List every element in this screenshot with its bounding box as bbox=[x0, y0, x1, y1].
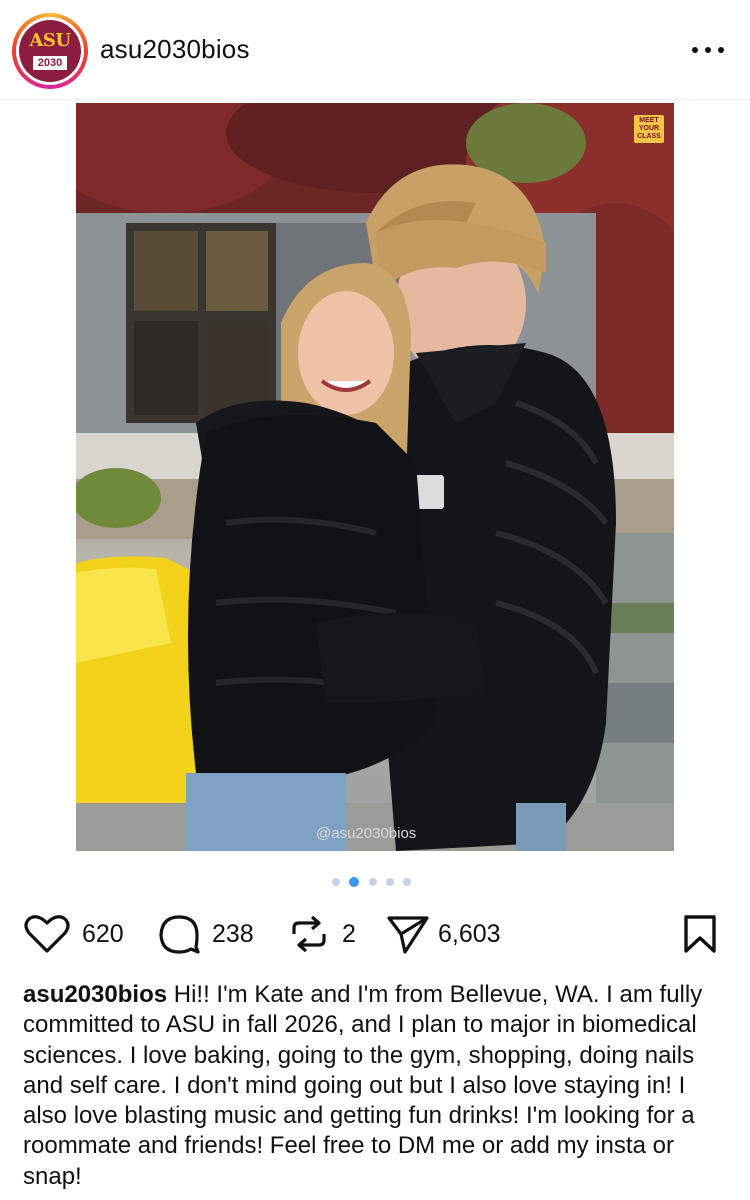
carousel-dot-active bbox=[349, 877, 359, 887]
avatar[interactable]: ASU 2030 bbox=[12, 13, 88, 89]
bookmark-icon bbox=[684, 915, 716, 953]
carousel-dot bbox=[386, 878, 394, 886]
meet-your-class-badge: MEET YOUR CLASS bbox=[634, 115, 664, 143]
header-username[interactable]: asu2030bios bbox=[100, 34, 250, 65]
repost-icon bbox=[292, 915, 326, 953]
more-dots-icon bbox=[692, 47, 698, 53]
more-dots-icon bbox=[705, 47, 711, 53]
share-count: 6,603 bbox=[438, 920, 501, 948]
repost-button[interactable]: 2 bbox=[288, 908, 368, 958]
heart-icon bbox=[24, 915, 70, 953]
post-header: ASU 2030 asu2030bios bbox=[0, 0, 750, 100]
repost-count: 2 bbox=[342, 920, 356, 948]
image-watermark: @asu2030bios bbox=[316, 825, 417, 842]
asu-logo-text: ASU bbox=[29, 30, 71, 51]
caption-username[interactable]: asu2030bios bbox=[23, 981, 167, 1008]
asu-logo-year: 2030 bbox=[33, 56, 67, 70]
carousel-dot bbox=[332, 878, 340, 886]
badge-line: MEET bbox=[639, 117, 659, 124]
carousel-indicator bbox=[330, 876, 420, 888]
more-dots-icon bbox=[718, 47, 724, 53]
like-count: 620 bbox=[82, 920, 124, 948]
asu-logo: ASU 2030 bbox=[19, 20, 81, 82]
post-image[interactable]: MEET YOUR CLASS @asu2030bios bbox=[76, 103, 674, 851]
comment-icon bbox=[159, 915, 200, 954]
avatar-border: ASU 2030 bbox=[16, 17, 84, 85]
carousel-dot bbox=[403, 878, 411, 886]
share-icon bbox=[387, 916, 429, 954]
share-button[interactable]: 6,603 bbox=[386, 908, 526, 958]
more-options-button[interactable] bbox=[690, 38, 726, 62]
post-action-bar: 620 238 2 6,603 bbox=[0, 908, 750, 958]
carousel-dot bbox=[369, 878, 377, 886]
badge-line: CLASS bbox=[637, 133, 661, 140]
comment-count: 238 bbox=[212, 920, 254, 948]
comment-button[interactable]: 238 bbox=[158, 908, 268, 958]
like-button[interactable]: 620 bbox=[24, 908, 134, 958]
post-caption: asu2030bios Hi!! I'm Kate and I'm from B… bbox=[23, 980, 733, 1192]
photo-illustration bbox=[76, 103, 674, 851]
badge-line: YOUR bbox=[638, 125, 660, 132]
save-button[interactable] bbox=[682, 908, 722, 958]
caption-text: Hi!! I'm Kate and I'm from Bellevue, WA.… bbox=[23, 981, 703, 1190]
